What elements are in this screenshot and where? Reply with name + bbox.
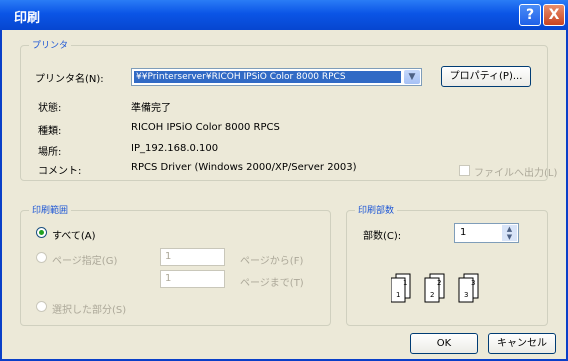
copies-count-value: 1: [460, 227, 467, 238]
print-dialog: 印刷 ? X プリンタ プリンタ名(N): ¥¥Printerserver¥RI…: [0, 0, 568, 361]
dialog-title: 印刷: [14, 11, 41, 26]
copy-page-label: 3: [471, 279, 475, 287]
range-all-label: すべて(A): [52, 231, 96, 242]
printer-group-title: プリンタ: [29, 38, 72, 51]
print-to-file-label: ファイルへ出力(L): [474, 168, 558, 179]
chevron-down-icon[interactable]: ▼: [404, 70, 420, 84]
printer-name-select[interactable]: ¥¥Printerserver¥RICOH IPSiO Color 8000 R…: [131, 68, 422, 86]
copies-count-spinner[interactable]: 1 ▲ ▼: [454, 223, 519, 243]
close-button[interactable]: X: [543, 4, 565, 26]
range-selection-radio[interactable]: [36, 301, 47, 312]
collate-pages-icon: 1 1 2 2 3 3: [391, 273, 479, 303]
page-to-label: ページまで(T): [240, 278, 304, 289]
properties-button[interactable]: プロパティ(P)...: [441, 66, 531, 87]
type-label: 種類:: [38, 126, 62, 137]
copies-title: 印刷部数: [355, 203, 398, 216]
location-value: IP_192.168.0.100: [131, 143, 219, 154]
copy-page-label: 1: [396, 291, 400, 299]
status-label: 状態:: [38, 103, 62, 114]
copy-page-label: 2: [437, 279, 441, 287]
copies-count-label: 部数(C):: [363, 231, 402, 242]
print-range-title: 印刷範囲: [29, 203, 72, 216]
page-from-label: ページから(F): [240, 256, 304, 267]
help-button[interactable]: ?: [519, 4, 541, 26]
comment-value: RPCS Driver (Windows 2000/XP/Server 2003…: [131, 162, 357, 173]
title-bar[interactable]: 印刷 ? X: [0, 0, 568, 30]
printer-name-value: ¥¥Printerserver¥RICOH IPSiO Color 8000 R…: [134, 71, 401, 83]
print-to-file-checkbox[interactable]: [459, 165, 470, 176]
spinner-arrows-icon[interactable]: ▲ ▼: [502, 225, 517, 241]
printer-name-label: プリンタ名(N):: [35, 74, 104, 85]
copy-page-label: 3: [464, 291, 468, 299]
cancel-button[interactable]: キャンセル: [488, 333, 556, 354]
copy-page-label: 2: [430, 291, 434, 299]
range-all-radio[interactable]: [36, 227, 47, 238]
page-from-input[interactable]: 1: [160, 248, 225, 266]
ok-button[interactable]: OK: [410, 333, 478, 354]
radio-dot: [39, 230, 44, 235]
copy-page-label: 1: [403, 279, 407, 287]
location-label: 場所:: [38, 147, 62, 158]
status-value: 準備完了: [131, 103, 171, 114]
range-selection-label: 選択した部分(S): [52, 305, 127, 316]
range-pages-label: ページ指定(G): [52, 256, 118, 267]
page-to-input[interactable]: 1: [160, 270, 225, 288]
type-value: RICOH IPSiO Color 8000 RPCS: [131, 122, 280, 133]
comment-label: コメント:: [38, 166, 82, 177]
range-pages-radio[interactable]: [36, 252, 47, 263]
